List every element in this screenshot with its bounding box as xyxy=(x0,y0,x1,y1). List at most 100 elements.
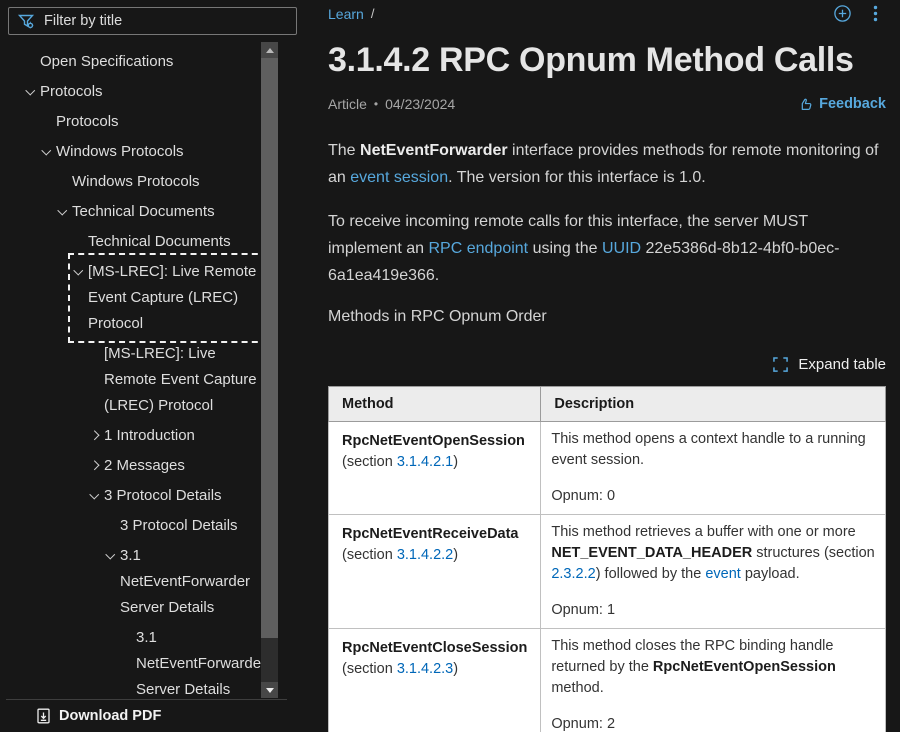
inline-link[interactable]: UUID xyxy=(602,240,641,257)
tree-item-label: 3 Protocol Details xyxy=(104,487,222,504)
method-cell: RpcNetEventReceiveData(section 3.1.4.2.2… xyxy=(329,515,541,629)
text-span: This method opens a context handle to a … xyxy=(551,431,865,468)
sidebar-tree-item[interactable]: Windows Protocols xyxy=(58,169,262,195)
method-name: RpcNetEventOpenSession xyxy=(342,431,527,452)
column-header-description: Description xyxy=(541,387,886,422)
tree-item-label: Protocols xyxy=(40,83,103,100)
table-row: RpcNetEventReceiveData(section 3.1.4.2.2… xyxy=(329,515,886,629)
method-name: RpcNetEventCloseSession xyxy=(342,638,527,659)
up-triangle-icon xyxy=(266,48,274,53)
text-span: ) followed by the xyxy=(596,566,706,582)
sidebar: Open Specifications Protocols Protocols Win… xyxy=(0,0,305,732)
sidebar-tree-item[interactable]: 3 Protocol Details xyxy=(106,513,262,539)
tree-item-label: 2 Messages xyxy=(104,457,185,474)
tree-item-label: [MS-LREC]: Live Remote Event Capture (LR… xyxy=(104,345,257,414)
text-span: This method retrieves a buffer with one … xyxy=(551,524,855,540)
add-circle-icon[interactable] xyxy=(833,4,852,23)
sidebar-tree-item[interactable]: [MS-LREC]: Live Remote Event Capture (LR… xyxy=(90,341,262,419)
bold-text: NetEventForwarder xyxy=(360,142,508,159)
filter-input-wrapper[interactable] xyxy=(8,7,297,35)
scrollbar-thumb[interactable] xyxy=(261,58,278,638)
down-triangle-icon xyxy=(266,688,274,693)
sidebar-tree: Open Specifications Protocols Protocols Win… xyxy=(0,49,262,698)
sidebar-tree-item[interactable]: Windows Protocols xyxy=(42,139,262,165)
chevron-down-icon xyxy=(74,266,83,275)
sidebar-tree-item[interactable]: Protocols xyxy=(26,79,262,105)
opnum-text: Opnum: 0 xyxy=(551,486,875,507)
description-cell-highlighted: This method closes the RPC binding handl… xyxy=(541,629,886,732)
opnum-text: Opnum: 1 xyxy=(551,600,875,621)
chevron-down-icon xyxy=(90,490,99,499)
tree-item-label: Windows Protocols xyxy=(72,173,200,190)
more-vertical-icon[interactable] xyxy=(873,5,878,22)
body-paragraph: To receive incoming remote calls for thi… xyxy=(328,208,886,289)
sidebar-tree-item[interactable]: Technical Documents xyxy=(74,229,262,255)
scrollbar-up-arrow[interactable] xyxy=(261,42,278,58)
opnum-text: Opnum: 2 xyxy=(551,714,875,732)
tree-item-label: 3.1 NetEventForwarder Server Details xyxy=(120,547,250,616)
breadcrumb-separator: / xyxy=(371,6,375,21)
text-span: (section xyxy=(342,547,397,563)
method-section: (section 3.1.4.2.2) xyxy=(342,545,527,566)
section-link[interactable]: 3.1.4.2.3 xyxy=(397,661,453,677)
text-span: (section xyxy=(342,661,397,677)
text-span: ) xyxy=(453,547,458,563)
breadcrumb-learn-link[interactable]: Learn xyxy=(328,6,364,22)
meta-separator: • xyxy=(374,97,378,111)
sidebar-tree-item[interactable]: Open Specifications xyxy=(26,49,262,75)
inline-link[interactable]: event session xyxy=(350,169,448,186)
chevron-right-icon xyxy=(90,461,99,470)
tree-item-label: [MS-LREC]: Live Remote Event Capture (LR… xyxy=(88,263,256,332)
tree-item-label: Windows Protocols xyxy=(56,143,184,160)
section-link[interactable]: 3.1.4.2.2 xyxy=(397,547,453,563)
sidebar-scrollbar[interactable] xyxy=(261,42,278,698)
text-span: (section xyxy=(342,454,397,470)
sidebar-tree-item[interactable]: 3.1 NetEventForwarder Server Details xyxy=(122,625,262,698)
expand-corners-icon xyxy=(773,357,788,372)
chevron-down-icon xyxy=(42,146,51,155)
description-cell-highlighted: This method retrieves a buffer with one … xyxy=(541,515,886,629)
expand-table-button[interactable]: Expand table xyxy=(328,356,886,373)
description-text: This method closes the RPC binding handl… xyxy=(551,636,875,699)
table-row: RpcNetEventCloseSession(section 3.1.4.2.… xyxy=(329,629,886,732)
method-name: RpcNetEventReceiveData xyxy=(342,524,527,545)
sidebar-tree-item[interactable]: Protocols xyxy=(42,109,262,135)
chevron-down-icon xyxy=(58,206,67,215)
inline-link[interactable]: 2.3.2.2 xyxy=(551,566,595,582)
chevron-down-icon xyxy=(26,86,35,95)
sidebar-tree-item[interactable]: 3 Protocol Details xyxy=(90,483,262,509)
sidebar-tree-item[interactable]: 1 Introduction xyxy=(90,423,262,449)
sidebar-tree-item[interactable]: 3.1 NetEventForwarder Server Details xyxy=(106,543,262,621)
sidebar-tree-item[interactable]: 2 Messages xyxy=(90,453,262,479)
tree-item-label: Open Specifications xyxy=(40,53,173,70)
sidebar-tree-item[interactable]: Technical Documents xyxy=(58,199,262,225)
method-section: (section 3.1.4.2.1) xyxy=(342,452,527,473)
filter-input[interactable] xyxy=(44,13,288,29)
scrollbar-down-arrow[interactable] xyxy=(261,682,278,698)
chevron-down-icon xyxy=(106,550,115,559)
download-pdf-label: Download PDF xyxy=(59,708,161,724)
bold-text: RpcNetEventOpenSession xyxy=(653,659,836,675)
tree-item-label: 3 Protocol Details xyxy=(120,517,238,534)
section-link[interactable]: 3.1.4.2.1 xyxy=(397,454,453,470)
method-cell: RpcNetEventOpenSession(section 3.1.4.2.1… xyxy=(329,422,541,515)
description-text: This method opens a context handle to a … xyxy=(551,429,875,471)
inline-link[interactable]: RPC endpoint xyxy=(429,240,529,257)
text-span: . The version for this interface is 1.0. xyxy=(448,169,706,186)
text-span: method. xyxy=(551,680,603,696)
download-pdf-icon xyxy=(36,708,51,724)
feedback-button[interactable]: Feedback xyxy=(798,96,886,112)
tree-item-label: Technical Documents xyxy=(72,203,215,220)
method-section: (section 3.1.4.2.3) xyxy=(342,659,527,680)
inline-link[interactable]: event xyxy=(705,566,740,582)
download-pdf-button[interactable]: Download PDF xyxy=(6,699,287,732)
text-span: payload. xyxy=(741,566,800,582)
text-span: ) xyxy=(453,454,458,470)
sidebar-tree-item[interactable]: [MS-LREC]: Live Remote Event Capture (LR… xyxy=(74,259,262,337)
filter-icon xyxy=(17,12,35,30)
tree-item-label: 3.1 NetEventForwarder Server Details xyxy=(136,629,262,698)
description-cell-highlighted: This method opens a context handle to a … xyxy=(541,422,886,515)
method-cell: RpcNetEventCloseSession(section 3.1.4.2.… xyxy=(329,629,541,732)
text-span: The xyxy=(328,142,360,159)
breadcrumb-bar: Learn / xyxy=(328,0,886,22)
